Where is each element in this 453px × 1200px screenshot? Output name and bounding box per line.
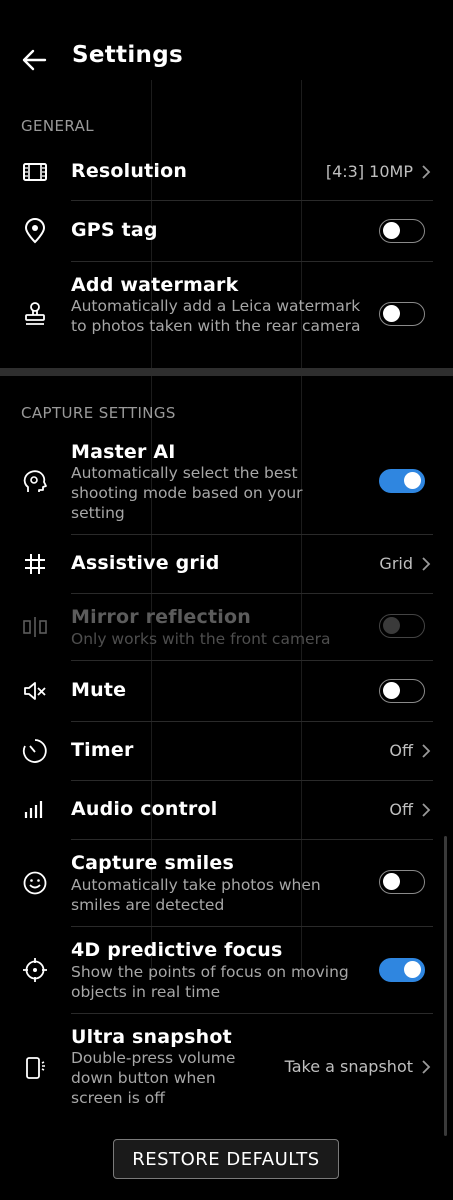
setting-capture-smiles[interactable]: Capture smiles Automatically take photos…: [0, 840, 453, 926]
grid-icon: [25, 554, 45, 574]
capture-smiles-toggle[interactable]: [379, 870, 425, 894]
setting-value: Off: [389, 741, 413, 760]
toggle-knob: [383, 305, 400, 322]
toggle-knob: [404, 472, 421, 489]
setting-description: Double-press volume down button when scr…: [71, 1049, 236, 1107]
section-separator: [0, 368, 453, 376]
setting-gps-tag[interactable]: GPS tag: [0, 201, 453, 261]
setting-label: Capture smiles: [71, 852, 234, 874]
toggle-knob: [383, 222, 400, 239]
chevron-right-icon: [422, 803, 431, 817]
setting-description: Only works with the front camera: [71, 630, 331, 648]
setting-4d-predictive-focus[interactable]: 4D predictive focus Show the points of f…: [0, 927, 453, 1013]
toggle-knob: [383, 873, 400, 890]
setting-label: Ultra snapshot: [71, 1026, 232, 1048]
speaker-muted-icon: [24, 682, 46, 700]
setting-master-ai[interactable]: Master AI Automatically select the best …: [0, 430, 453, 534]
setting-label: Add watermark: [71, 274, 239, 296]
toggle-knob: [404, 961, 421, 978]
scrollbar[interactable]: [444, 836, 447, 1136]
setting-ultra-snapshot[interactable]: Ultra snapshot Double-press volume down …: [0, 1014, 453, 1120]
setting-add-watermark[interactable]: Add watermark Automatically add a Leica …: [0, 262, 453, 366]
mute-toggle[interactable]: [379, 679, 425, 703]
setting-timer[interactable]: Timer Off: [0, 722, 453, 780]
film-frame-icon: [23, 163, 47, 181]
setting-value: Off: [389, 800, 413, 819]
setting-label: 4D predictive focus: [71, 939, 283, 961]
toggle-knob: [383, 617, 400, 634]
setting-label: Mirror reflection: [71, 606, 251, 628]
gps-toggle[interactable]: [379, 219, 425, 243]
toggle-knob: [383, 682, 400, 699]
page-title: Settings: [72, 42, 183, 68]
phone-volume-icon: [26, 1057, 45, 1079]
smiley-icon: [23, 871, 47, 895]
setting-audio-control[interactable]: Audio control Off: [0, 781, 453, 839]
back-arrow-icon[interactable]: [20, 46, 48, 74]
location-pin-icon: [24, 218, 46, 244]
setting-resolution[interactable]: Resolution [4:3] 10MP: [0, 145, 453, 200]
setting-label: Mute: [71, 679, 127, 701]
setting-value: Take a snapshot: [284, 1057, 413, 1076]
master-ai-toggle[interactable]: [379, 469, 425, 493]
audio-bars-icon: [24, 801, 43, 818]
setting-label: GPS tag: [71, 219, 158, 241]
stamp-icon: [25, 302, 45, 325]
watermark-toggle[interactable]: [379, 302, 425, 326]
section-label-general: GENERAL: [21, 117, 95, 135]
restore-defaults-button[interactable]: RESTORE DEFAULTS: [113, 1139, 339, 1179]
focus-target-icon: [23, 958, 47, 982]
setting-label: Master AI: [71, 441, 176, 463]
setting-description: Show the points of focus on moving objec…: [71, 963, 349, 1001]
setting-description: Automatically add a Leica watermark to p…: [71, 297, 361, 335]
setting-label: Assistive grid: [71, 552, 220, 574]
chevron-right-icon: [422, 1060, 431, 1074]
setting-assistive-grid[interactable]: Assistive grid Grid: [0, 535, 453, 593]
setting-label: Audio control: [71, 798, 218, 820]
chevron-right-icon: [422, 744, 431, 758]
header: Settings: [0, 28, 453, 92]
setting-label: Timer: [71, 739, 134, 761]
setting-value: [4:3] 10MP: [325, 162, 413, 181]
setting-description: Automatically select the best shooting m…: [71, 464, 303, 522]
setting-description: Automatically take photos when smiles ar…: [71, 876, 321, 914]
mirror-icon: [23, 617, 47, 637]
setting-mute[interactable]: Mute: [0, 661, 453, 721]
chevron-right-icon: [422, 165, 431, 179]
setting-mirror-reflection: Mirror reflection Only works with the fr…: [0, 594, 453, 660]
timer-icon: [22, 739, 47, 763]
chevron-right-icon: [422, 557, 431, 571]
section-label-capture: CAPTURE SETTINGS: [21, 404, 176, 422]
ai-head-icon: [23, 470, 47, 492]
predictive-focus-toggle[interactable]: [379, 958, 425, 982]
mirror-toggle: [379, 614, 425, 638]
setting-value: Grid: [379, 554, 413, 573]
setting-label: Resolution: [71, 160, 188, 182]
